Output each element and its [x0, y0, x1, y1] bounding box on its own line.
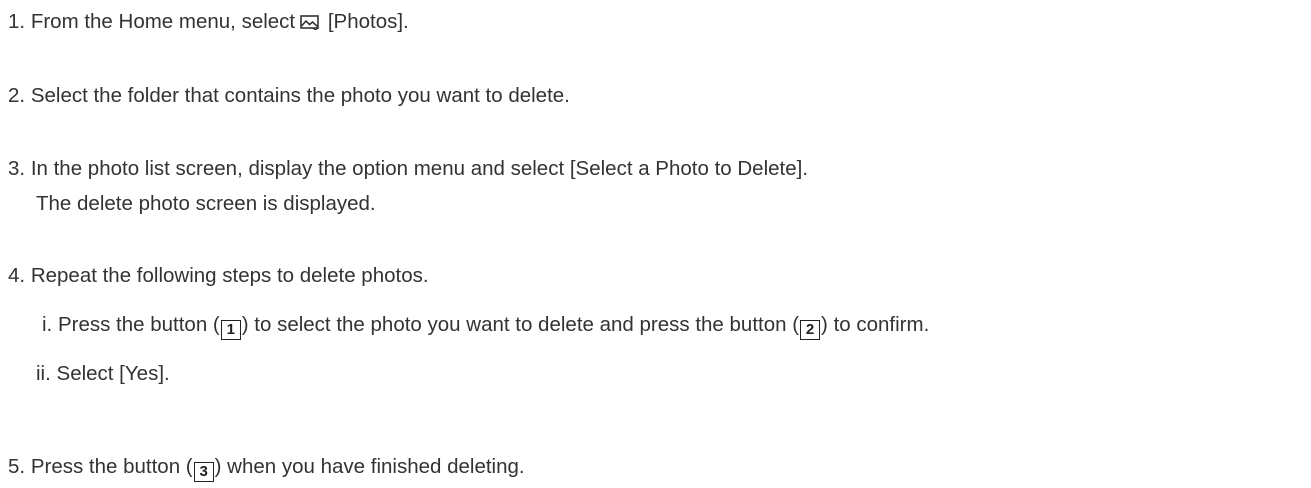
step-number: 1. — [8, 10, 26, 33]
step-text: [Photos]. — [327, 10, 409, 33]
button-2-icon: 2 — [800, 320, 821, 340]
substep-text-a: Press the button ( — [57, 313, 220, 336]
step-number: 2. — [8, 84, 26, 107]
step-note: The delete photo screen is displayed. — [36, 192, 376, 215]
substep-number: ii. — [36, 362, 51, 385]
step-text: Repeat the following steps to delete pho… — [30, 264, 429, 287]
step-4: 4. Repeat the following steps to delete … — [8, 264, 429, 287]
substep-text: Select [Yes]. — [56, 362, 170, 385]
step-text: From the Home menu, select — [30, 10, 296, 33]
step-1: 1. From the Home menu, select [Photos]. — [8, 10, 409, 33]
step-3: 3. In the photo list screen, display the… — [8, 157, 809, 180]
step-text: In the photo list screen, display the op… — [30, 157, 809, 180]
substep-number: i. — [42, 313, 53, 336]
step-5: 5. Press the button (3) when you have fi… — [8, 455, 525, 482]
step-2: 2. Select the folder that contains the p… — [8, 84, 570, 107]
button-1-icon: 1 — [220, 320, 241, 340]
substep-ii: ii. Select [Yes]. — [36, 362, 170, 385]
step-text-b: ) when you have finished deleting. — [214, 455, 525, 478]
step-3-note: The delete photo screen is displayed. — [36, 192, 376, 215]
step-number: 4. — [8, 264, 26, 287]
substep-i: i. Press the button (1) to select the ph… — [42, 313, 930, 340]
substep-text-c: ) to confirm. — [821, 313, 930, 336]
step-text: Select the folder that contains the phot… — [30, 84, 570, 107]
substep-text-b: ) to select the photo you want to delete… — [241, 313, 800, 336]
step-number: 5. — [8, 455, 26, 478]
step-number: 3. — [8, 157, 26, 180]
photo-icon — [300, 15, 319, 30]
step-text-a: Press the button ( — [30, 455, 193, 478]
button-3-icon: 3 — [193, 462, 214, 482]
